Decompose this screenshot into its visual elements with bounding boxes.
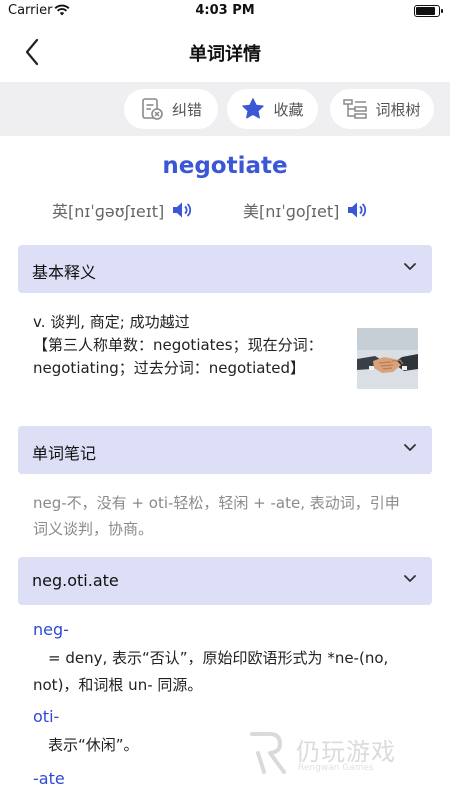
headword: negotiate — [162, 153, 288, 179]
report-error-icon — [142, 98, 163, 120]
star-icon — [242, 98, 265, 119]
root-tree-button[interactable]: 词根树 — [330, 89, 434, 129]
section-header-morphology[interactable]: neg.oti.ate — [18, 557, 432, 605]
favorite-label: 收藏 — [273, 100, 304, 119]
watermark-subtext: Rengwan Games — [298, 763, 374, 773]
us-phonetic-text: 美[nɪˈɡoʃɪet] — [243, 202, 340, 221]
handshake-image — [357, 328, 418, 389]
uk-pronunciation[interactable]: 英[nɪˈɡəʊʃɪeɪt] — [52, 198, 193, 222]
chevron-down-icon — [404, 263, 416, 270]
morpheme-description: = deny, 表示“否认”，原始印欧语形式为 *ne-(no, not)，和词… — [33, 649, 389, 694]
report-error-label: 纠错 — [171, 100, 202, 119]
word-notes-text: neg-不，没有 + oti-轻松，轻闲 + -ate, 表动词，引申词义谈判，… — [33, 494, 400, 538]
section-header-basic[interactable]: 基本释义 — [18, 245, 432, 293]
page-title: 单词详情 — [189, 44, 261, 65]
action-toolbar: 纠错 收藏 词根树 — [0, 82, 450, 136]
morpheme-label: neg- — [33, 620, 69, 639]
watermark: 仍玩游戏 Rengwan Games — [248, 730, 428, 780]
section-header-notes[interactable]: 单词笔记 — [18, 426, 432, 474]
status-bar: Carrier 4:03 PM — [0, 0, 450, 22]
navigation-bar: 单词详情 — [0, 22, 450, 82]
uk-phonetic-text: 英[nɪˈɡəʊʃɪeɪt] — [52, 202, 165, 221]
root-tree-icon — [343, 99, 368, 119]
morpheme-label: oti- — [33, 707, 60, 726]
watermark-logo-icon — [250, 732, 286, 774]
section-title-notes: 单词笔记 — [32, 444, 97, 463]
inflection-forms: 【第三人称单数：negotiates；现在分词：negotiating；过去分词… — [33, 336, 323, 377]
status-time: 4:03 PM — [195, 3, 255, 18]
definition-block: v. 谈判, 商定; 成功越过 【第三人称单数：negotiates；现在分词：… — [33, 311, 348, 380]
watermark-text: 仍玩游戏 — [296, 738, 396, 766]
favorite-button[interactable]: 收藏 — [227, 89, 318, 129]
morpheme-label: -ate — [33, 769, 65, 788]
report-error-button[interactable]: 纠错 — [124, 89, 218, 129]
speaker-icon[interactable] — [171, 200, 193, 220]
chevron-down-icon — [404, 444, 416, 451]
chevron-down-icon — [404, 575, 416, 582]
us-pronunciation[interactable]: 美[nɪˈɡoʃɪet] — [243, 198, 368, 222]
section-title-basic: 基本释义 — [32, 263, 97, 282]
definition-text: v. 谈判, 商定; 成功越过 — [33, 313, 190, 331]
battery-icon — [414, 5, 443, 17]
section-title-morphology: neg.oti.ate — [32, 571, 119, 590]
speaker-icon[interactable] — [346, 200, 368, 220]
root-tree-label: 词根树 — [375, 100, 421, 119]
